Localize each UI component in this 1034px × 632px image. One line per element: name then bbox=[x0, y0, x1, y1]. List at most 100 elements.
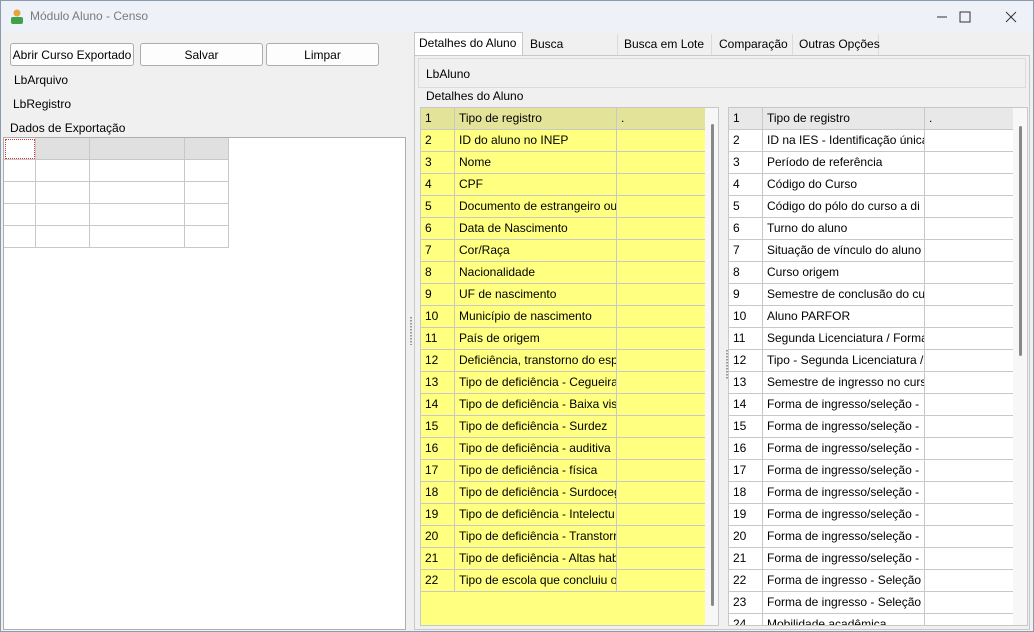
grid-header-cell[interactable] bbox=[4, 138, 36, 160]
left-field-name[interactable]: Tipo de deficiência - Cegueira bbox=[455, 372, 617, 394]
left-field-value[interactable] bbox=[617, 240, 706, 262]
splitter-grip[interactable] bbox=[410, 317, 412, 345]
left-field-value[interactable] bbox=[617, 306, 706, 328]
right-field-value[interactable] bbox=[925, 416, 1014, 438]
left-field-value[interactable] bbox=[617, 218, 706, 240]
right-field-name[interactable]: ID na IES - Identificação única bbox=[763, 130, 925, 152]
right-field-value[interactable] bbox=[925, 504, 1014, 526]
right-field-name[interactable]: Mobilidade acadêmica bbox=[763, 614, 925, 625]
left-field-name[interactable]: Nome bbox=[455, 152, 617, 174]
right-field-name[interactable]: Forma de ingresso/seleção - bbox=[763, 460, 925, 482]
left-field-value[interactable]: . bbox=[617, 108, 706, 130]
right-field-value[interactable] bbox=[925, 438, 1014, 460]
left-field-value[interactable] bbox=[617, 196, 706, 218]
right-field-value[interactable] bbox=[925, 482, 1014, 504]
left-field-value[interactable] bbox=[617, 152, 706, 174]
maximize-button[interactable] bbox=[942, 1, 988, 32]
left-field-name[interactable]: Tipo de deficiência - Surdez bbox=[455, 416, 617, 438]
grid-cell[interactable] bbox=[36, 204, 90, 226]
left-field-name[interactable]: Município de nascimento bbox=[455, 306, 617, 328]
grid-header-cell[interactable] bbox=[36, 138, 90, 160]
left-field-name[interactable]: País de origem bbox=[455, 328, 617, 350]
right-field-value[interactable] bbox=[925, 460, 1014, 482]
grid-cell[interactable] bbox=[4, 160, 36, 182]
right-field-name[interactable]: Forma de ingresso - Seleção bbox=[763, 592, 925, 614]
right-grid-scrollbar[interactable] bbox=[1013, 108, 1027, 625]
right-field-value[interactable] bbox=[925, 394, 1014, 416]
left-field-name[interactable]: Tipo de registro bbox=[455, 108, 617, 130]
right-field-value[interactable] bbox=[925, 262, 1014, 284]
close-button[interactable] bbox=[988, 1, 1034, 32]
left-field-name[interactable]: Nacionalidade bbox=[455, 262, 617, 284]
right-field-name[interactable]: Aluno PARFOR bbox=[763, 306, 925, 328]
grid-cell[interactable] bbox=[4, 182, 36, 204]
student-fields-grid-left[interactable]: 1 Tipo de registro. 2 ID do aluno no INEP 3 N… bbox=[420, 107, 719, 626]
left-field-name[interactable]: Tipo de deficiência - Intelectu bbox=[455, 504, 617, 526]
open-exported-course-button[interactable]: Abrir Curso Exportado bbox=[10, 43, 134, 66]
grid-cell[interactable] bbox=[4, 226, 36, 248]
left-field-value[interactable] bbox=[617, 328, 706, 350]
grid-cell[interactable] bbox=[185, 226, 229, 248]
grid-cell[interactable] bbox=[90, 160, 185, 182]
tab-student-details[interactable]: Detalhes do Aluno bbox=[414, 32, 523, 55]
right-field-name[interactable]: Semestre de ingresso no curs bbox=[763, 372, 925, 394]
grid-cell[interactable] bbox=[90, 182, 185, 204]
right-field-value[interactable] bbox=[925, 152, 1014, 174]
right-field-value[interactable] bbox=[925, 372, 1014, 394]
left-field-name[interactable]: Tipo de deficiência - física bbox=[455, 460, 617, 482]
left-field-name[interactable]: Tipo de deficiência - auditiva bbox=[455, 438, 617, 460]
left-field-name[interactable]: Data de Nascimento bbox=[455, 218, 617, 240]
grid-cell[interactable] bbox=[36, 160, 90, 182]
right-field-name[interactable]: Período de referência bbox=[763, 152, 925, 174]
left-field-value[interactable] bbox=[617, 460, 706, 482]
right-field-value[interactable] bbox=[925, 130, 1014, 152]
right-field-value[interactable] bbox=[925, 284, 1014, 306]
grid-cell[interactable] bbox=[90, 226, 185, 248]
right-field-name[interactable]: Código do Curso bbox=[763, 174, 925, 196]
left-field-value[interactable] bbox=[617, 174, 706, 196]
grid-cell[interactable] bbox=[185, 160, 229, 182]
grid-cell[interactable] bbox=[185, 182, 229, 204]
right-field-value[interactable] bbox=[925, 350, 1014, 372]
clear-button[interactable]: Limpar bbox=[266, 43, 379, 66]
grid-header-cell[interactable] bbox=[90, 138, 185, 160]
right-field-name[interactable]: Código do pólo do curso a di bbox=[763, 196, 925, 218]
left-grid-scrollbar[interactable] bbox=[705, 108, 718, 625]
right-field-value[interactable] bbox=[925, 218, 1014, 240]
left-field-value[interactable] bbox=[617, 526, 706, 548]
right-field-name[interactable]: Forma de ingresso/seleção - bbox=[763, 504, 925, 526]
right-field-name[interactable]: Turno do aluno bbox=[763, 218, 925, 240]
left-field-name[interactable]: Tipo de deficiência - Baixa vis bbox=[455, 394, 617, 416]
left-field-name[interactable]: Deficiência, transtorno do esp bbox=[455, 350, 617, 372]
left-field-value[interactable] bbox=[617, 504, 706, 526]
right-field-name[interactable]: Forma de ingresso/seleção - bbox=[763, 548, 925, 570]
right-field-name[interactable]: Tipo - Segunda Licenciatura / bbox=[763, 350, 925, 372]
left-field-name[interactable]: Tipo de deficiência - Altas hab bbox=[455, 548, 617, 570]
left-grid-scroll-thumb[interactable] bbox=[711, 124, 714, 606]
right-field-name[interactable]: Situação de vínculo do aluno bbox=[763, 240, 925, 262]
grid-cell[interactable] bbox=[4, 204, 36, 226]
tab-batch-search[interactable]: Busca em Lote bbox=[620, 34, 712, 55]
right-field-value[interactable] bbox=[925, 306, 1014, 328]
save-button[interactable]: Salvar bbox=[140, 43, 263, 66]
export-data-grid[interactable] bbox=[3, 137, 406, 630]
left-field-name[interactable]: CPF bbox=[455, 174, 617, 196]
right-field-name[interactable]: Forma de ingresso/seleção - bbox=[763, 526, 925, 548]
right-field-value[interactable] bbox=[925, 240, 1014, 262]
right-field-name[interactable]: Forma de ingresso/seleção - bbox=[763, 438, 925, 460]
right-field-name[interactable]: Tipo de registro bbox=[763, 108, 925, 130]
tab-comparison[interactable]: Comparação bbox=[715, 34, 793, 55]
grid-cell[interactable] bbox=[90, 204, 185, 226]
student-fields-grid-right[interactable]: 1 Tipo de registro. 2 ID na IES - Identific… bbox=[728, 107, 1028, 626]
right-field-value[interactable] bbox=[925, 614, 1014, 625]
left-field-name[interactable]: UF de nascimento bbox=[455, 284, 617, 306]
left-field-value[interactable] bbox=[617, 130, 706, 152]
right-field-name[interactable]: Forma de ingresso/seleção - bbox=[763, 416, 925, 438]
right-field-value[interactable] bbox=[925, 592, 1014, 614]
right-field-value[interactable] bbox=[925, 570, 1014, 592]
right-field-name[interactable]: Forma de ingresso/seleção - bbox=[763, 482, 925, 504]
left-field-name[interactable]: Tipo de deficiência - Transtorr bbox=[455, 526, 617, 548]
grid-cell[interactable] bbox=[36, 226, 90, 248]
right-field-value[interactable]: . bbox=[925, 108, 1014, 130]
left-field-name[interactable]: Tipo de escola que concluiu o bbox=[455, 570, 617, 592]
